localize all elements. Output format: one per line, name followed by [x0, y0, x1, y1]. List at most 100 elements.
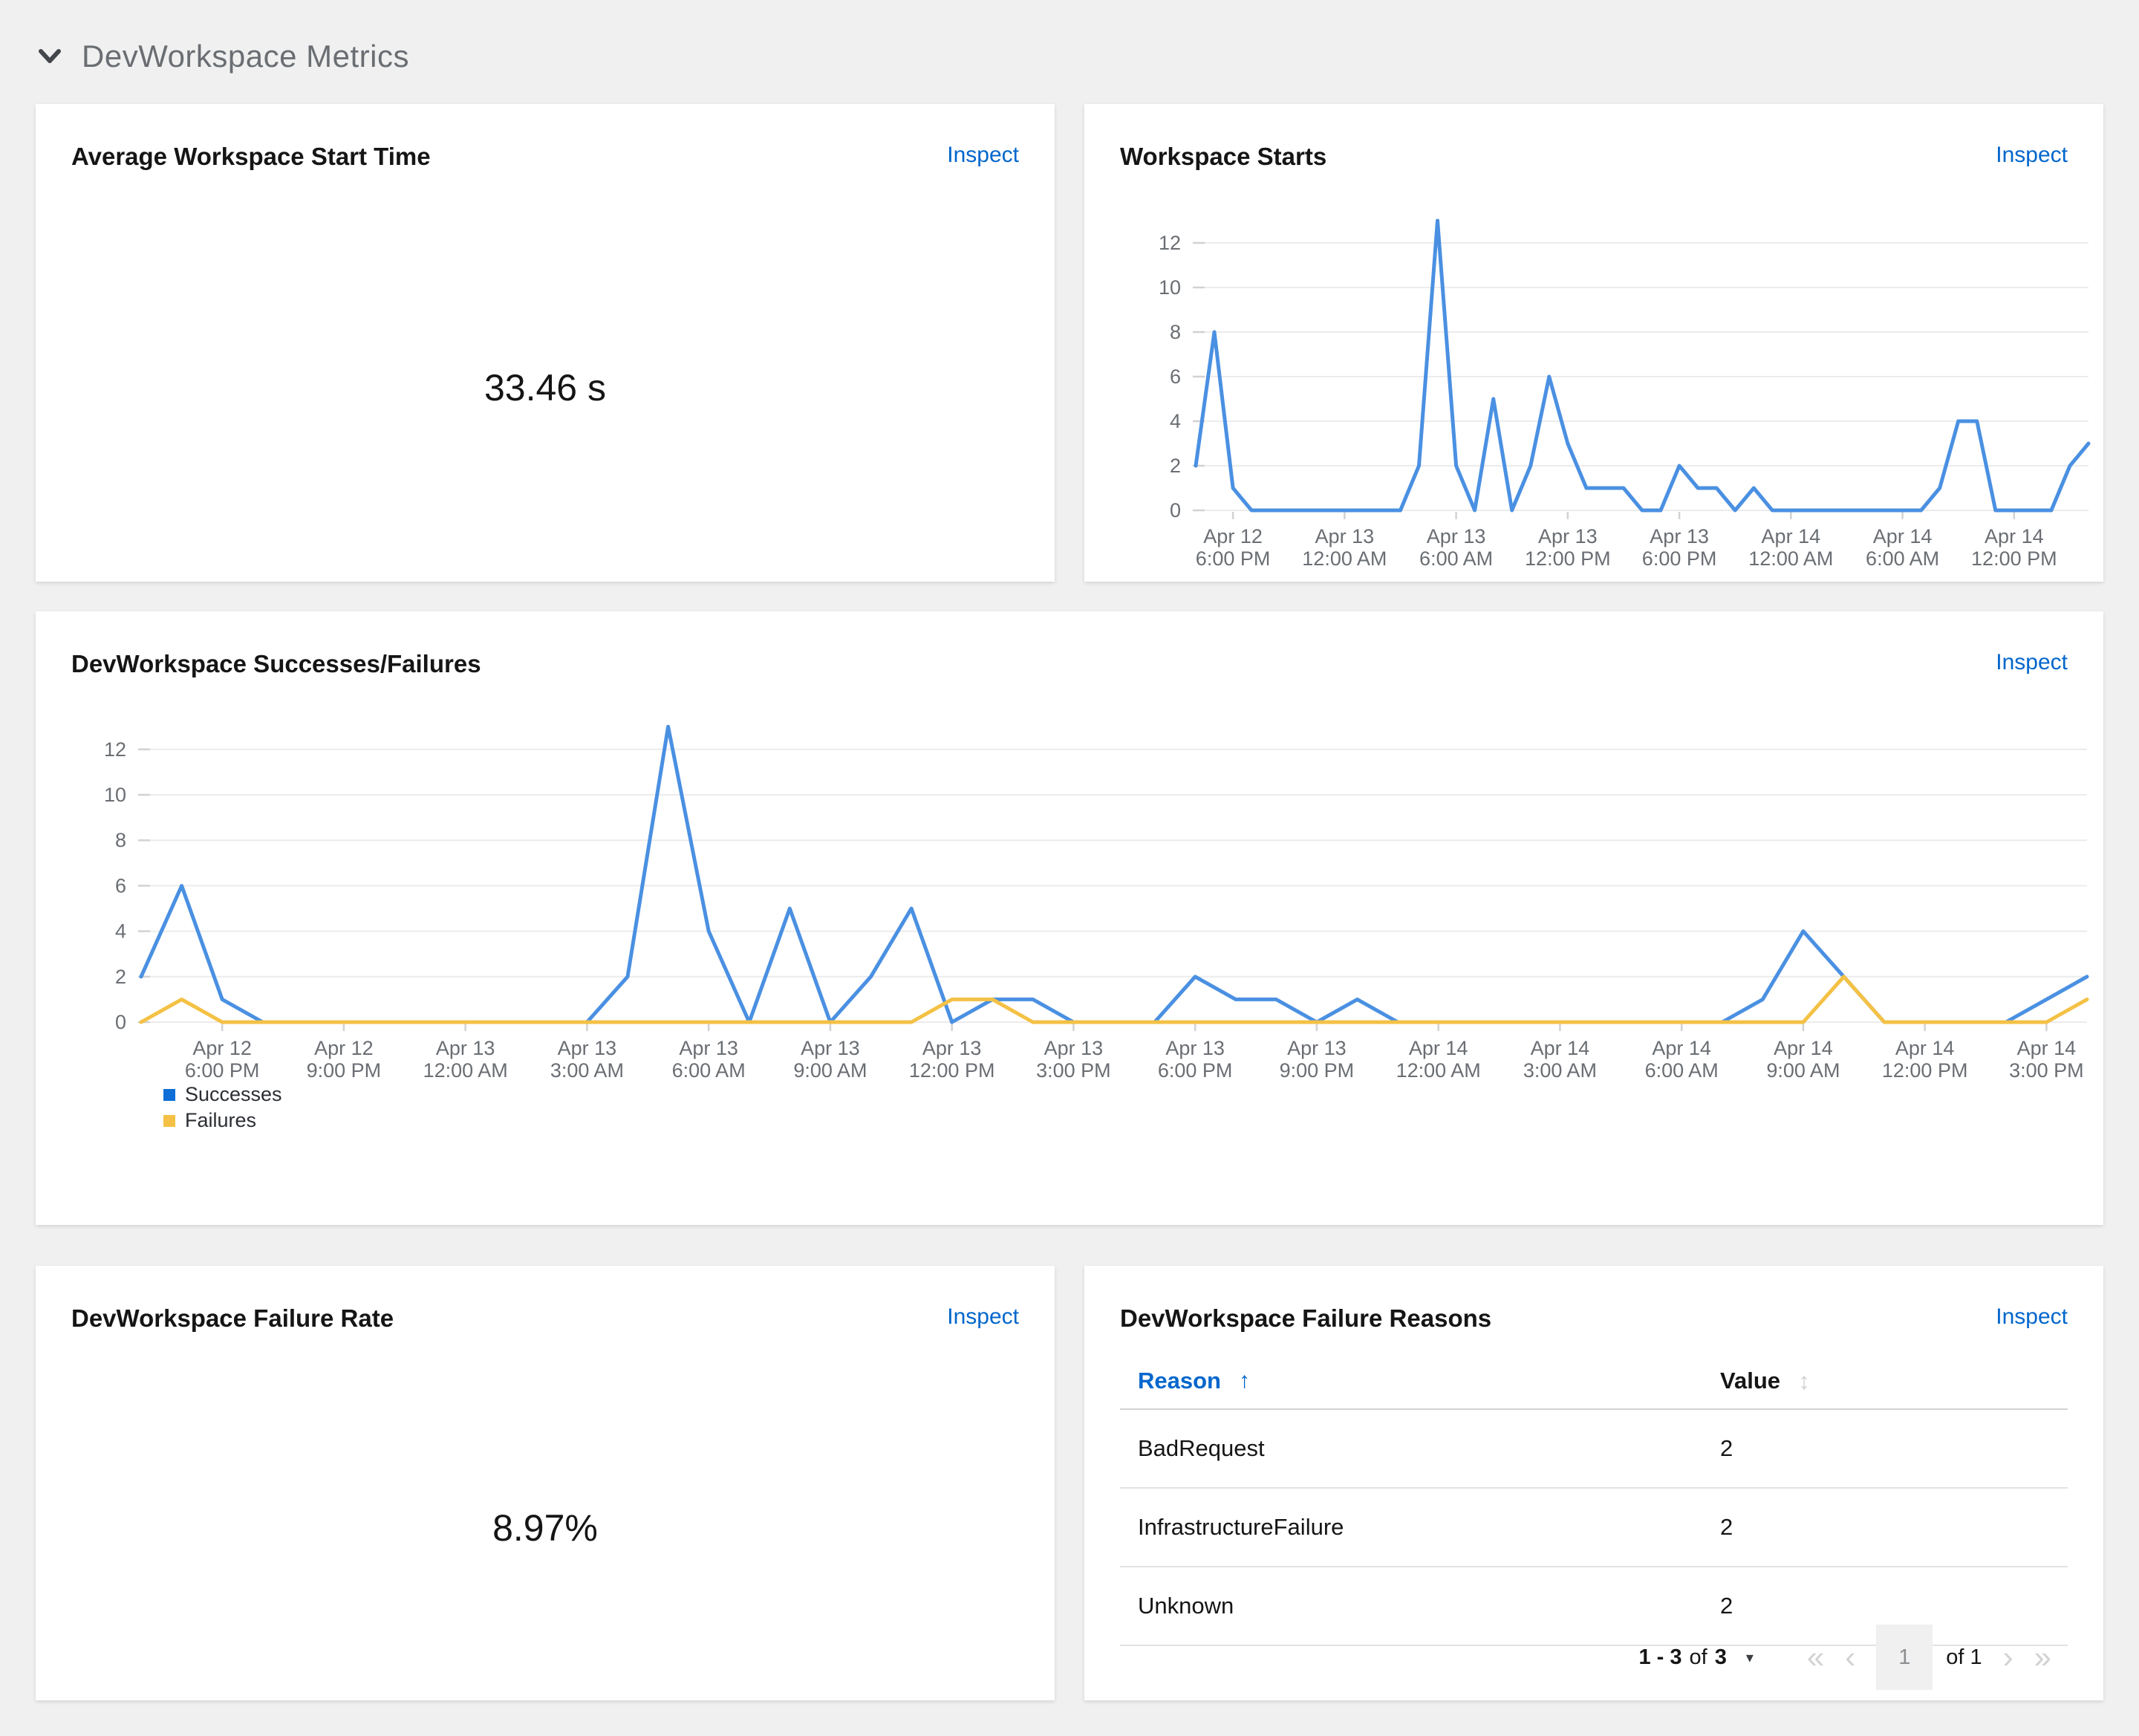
sort-icon: ↕: [1798, 1367, 1810, 1394]
column-label: Reason: [1138, 1368, 1221, 1394]
svg-text:8: 8: [1170, 321, 1181, 343]
chart-legend: Successes Failures: [163, 1082, 282, 1134]
svg-text:10: 10: [104, 784, 126, 806]
svg-text:Apr 13: Apr 13: [1427, 525, 1486, 547]
svg-text:6:00 AM: 6:00 AM: [672, 1059, 746, 1082]
card-header: DevWorkspace Failure Reasons Inspect: [1120, 1304, 2068, 1333]
svg-text:Apr 14: Apr 14: [1774, 1037, 1833, 1059]
svg-text:4: 4: [115, 920, 126, 943]
svg-text:Apr 13: Apr 13: [436, 1037, 495, 1059]
table-header-row: Reason ↑ Value ↕: [1120, 1353, 2068, 1410]
legend-item-successes: Successes: [163, 1082, 282, 1108]
caret-down-icon: ▾: [1745, 1649, 1754, 1666]
svg-text:3:00 PM: 3:00 PM: [1036, 1059, 1111, 1082]
page-count-label: of 1: [1946, 1645, 1982, 1669]
table-row: InfrastructureFailure 2: [1120, 1489, 2068, 1567]
successes-swatch: [163, 1088, 175, 1101]
current-page-input[interactable]: 1: [1876, 1625, 1933, 1690]
svg-text:12:00 AM: 12:00 AM: [423, 1059, 508, 1082]
svg-text:Apr 13: Apr 13: [558, 1037, 617, 1059]
sort-ascending-icon: ↑: [1238, 1368, 1250, 1393]
svg-text:12: 12: [104, 738, 126, 761]
card-failure-rate: DevWorkspace Failure Rate Inspect 8.97%: [36, 1266, 1055, 1700]
section-expand-toggle[interactable]: DevWorkspace Metrics: [37, 39, 409, 74]
svg-text:0: 0: [1170, 499, 1181, 521]
reason-cell: InfrastructureFailure: [1138, 1514, 1344, 1540]
pagination-range: 1 - 3: [1638, 1645, 1682, 1669]
value-cell: 2: [1720, 1435, 1733, 1461]
svg-text:Apr 14: Apr 14: [1985, 525, 2044, 547]
svg-text:6: 6: [1170, 365, 1181, 388]
svg-text:6:00 AM: 6:00 AM: [1645, 1059, 1719, 1082]
card-failure-reasons: DevWorkspace Failure Reasons Inspect Rea…: [1084, 1266, 2103, 1700]
svg-text:6:00 PM: 6:00 PM: [185, 1059, 260, 1082]
inspect-link[interactable]: Inspect: [1996, 1304, 2068, 1329]
column-header-reason[interactable]: Reason ↑: [1120, 1353, 1702, 1408]
svg-text:Apr 13: Apr 13: [922, 1037, 982, 1059]
reason-cell: BadRequest: [1138, 1435, 1265, 1461]
card-header: DevWorkspace Failure Rate Inspect: [71, 1304, 1019, 1333]
column-label: Value: [1720, 1368, 1780, 1394]
card-workspace-starts: Workspace Starts Inspect 0 2 4 6 8 10 12 Apr 12…: [1084, 104, 2103, 582]
svg-text:3:00 AM: 3:00 AM: [1523, 1059, 1597, 1082]
value-cell: 2: [1720, 1593, 1733, 1619]
card-header: Average Workspace Start Time Inspect: [71, 143, 1019, 171]
table-row: BadRequest 2: [1120, 1410, 2068, 1489]
workspace-starts-chart: 024681012Apr 126:00 PMApr 1312:00 AMApr …: [1159, 218, 2091, 570]
metric-value-area: 33.46 s: [36, 193, 1055, 582]
reason-cell: Unknown: [1138, 1593, 1234, 1619]
svg-text:4: 4: [1170, 410, 1181, 432]
card-average-workspace-start-time: Average Workspace Start Time Inspect 33.…: [36, 104, 1055, 582]
svg-text:Apr 13: Apr 13: [801, 1037, 860, 1059]
svg-text:Apr 12: Apr 12: [1203, 525, 1263, 547]
svg-text:9:00 PM: 9:00 PM: [307, 1059, 382, 1082]
svg-text:Apr 14: Apr 14: [2017, 1037, 2077, 1059]
failure-rate-value: 8.97%: [492, 1506, 598, 1549]
svg-text:6:00 AM: 6:00 AM: [1419, 547, 1493, 570]
inspect-link[interactable]: Inspect: [947, 1304, 1019, 1329]
chevron-down-icon: [39, 49, 61, 63]
svg-text:6:00 AM: 6:00 AM: [1866, 547, 1939, 570]
value-cell: 2: [1720, 1514, 1733, 1540]
pagination-of-word: of: [1689, 1645, 1707, 1669]
previous-page-button[interactable]: ‹: [1834, 1642, 1866, 1673]
svg-text:Apr 13: Apr 13: [1650, 525, 1709, 547]
svg-text:6:00 PM: 6:00 PM: [1158, 1059, 1233, 1082]
failures-swatch: [163, 1114, 175, 1127]
card-title: DevWorkspace Failure Rate: [71, 1304, 394, 1332]
svg-text:12:00 AM: 12:00 AM: [1302, 547, 1387, 570]
svg-text:Apr 14: Apr 14: [1895, 1037, 1955, 1059]
inspect-link[interactable]: Inspect: [947, 143, 1019, 167]
svg-text:6:00 PM: 6:00 PM: [1642, 547, 1717, 570]
svg-text:12: 12: [1159, 232, 1181, 254]
svg-text:6:00 PM: 6:00 PM: [1196, 547, 1271, 570]
legend-label: Failures: [185, 1109, 257, 1131]
svg-text:Apr 14: Apr 14: [1652, 1037, 1711, 1059]
legend-label: Successes: [185, 1083, 282, 1105]
average-start-time-value: 33.46 s: [484, 366, 606, 409]
pagination-options-menu-toggle[interactable]: 1 - 3 of 3 ▾: [1635, 1645, 1758, 1671]
successes-failures-chart: 024681012Apr 126:00 PMApr 129:00 PMApr 1…: [104, 724, 2089, 1082]
svg-text:9:00 PM: 9:00 PM: [1280, 1059, 1355, 1082]
svg-text:3:00 AM: 3:00 AM: [550, 1059, 624, 1082]
card-title: DevWorkspace Failure Reasons: [1120, 1304, 1492, 1332]
svg-text:8: 8: [115, 829, 126, 851]
svg-text:12:00 AM: 12:00 AM: [1748, 547, 1833, 570]
svg-text:Apr 13: Apr 13: [1165, 1037, 1225, 1059]
svg-text:12:00 PM: 12:00 PM: [1525, 547, 1611, 570]
last-page-button[interactable]: »: [2024, 1642, 2062, 1673]
svg-text:2: 2: [115, 966, 126, 988]
svg-text:0: 0: [115, 1011, 126, 1033]
svg-text:12:00 AM: 12:00 AM: [1396, 1059, 1481, 1082]
card-successes-failures: DevWorkspace Successes/Failures Inspect …: [36, 611, 2103, 1225]
svg-text:Apr 14: Apr 14: [1531, 1037, 1590, 1059]
svg-text:2: 2: [1170, 455, 1181, 477]
column-header-value[interactable]: Value ↕: [1702, 1353, 2068, 1408]
first-page-button[interactable]: «: [1797, 1642, 1834, 1673]
svg-text:Apr 14: Apr 14: [1762, 525, 1821, 547]
svg-text:9:00 AM: 9:00 AM: [1766, 1059, 1840, 1082]
metric-value-area: 8.97%: [36, 1355, 1055, 1700]
svg-text:9:00 AM: 9:00 AM: [793, 1059, 867, 1082]
next-page-button[interactable]: ›: [1993, 1642, 2024, 1673]
svg-text:Apr 13: Apr 13: [1538, 525, 1598, 547]
